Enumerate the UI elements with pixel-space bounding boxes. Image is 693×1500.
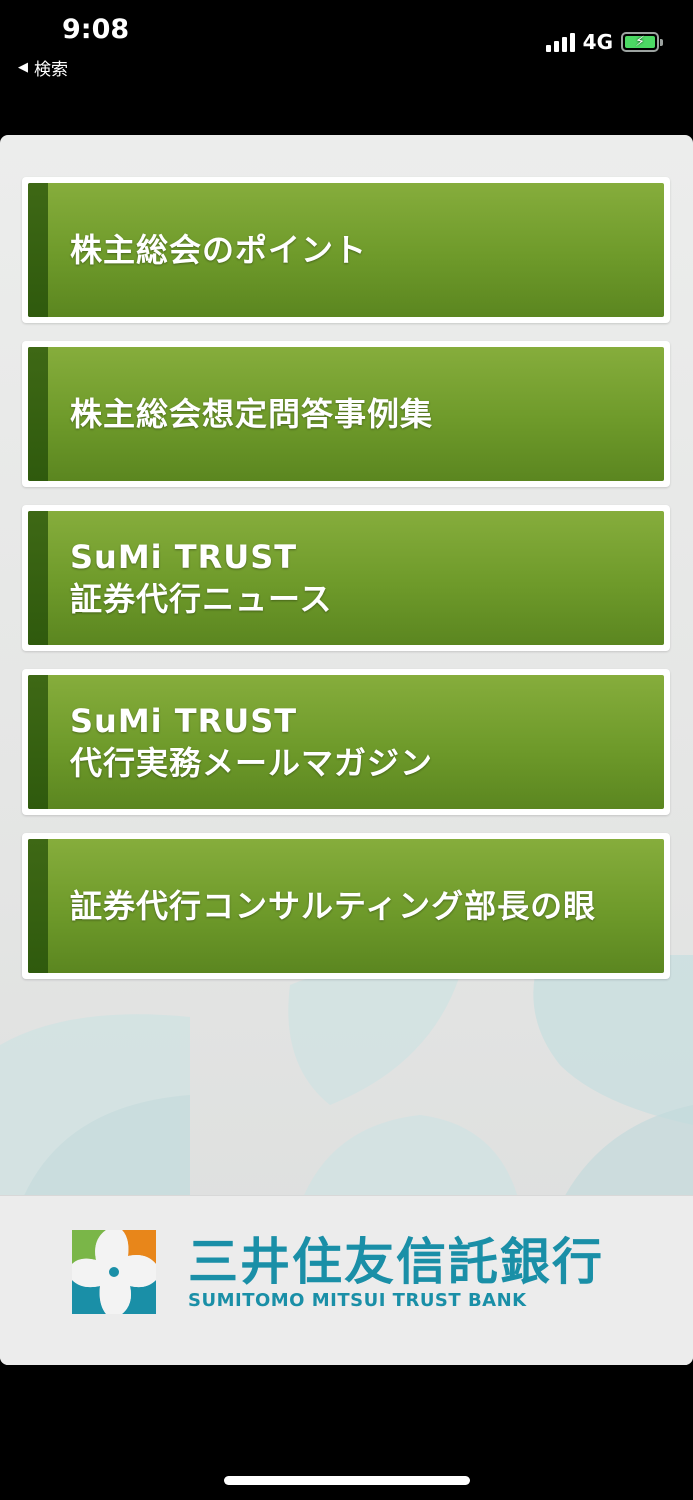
back-label: 検索 <box>34 60 68 80</box>
menu-button-face: SuMi TRUST 証券代行ニュース <box>28 511 664 645</box>
back-arrow-icon: ◀ <box>18 60 28 75</box>
main-panel: 株主総会のポイント 株主総会想定問答事例集 SuMi TRUST 証券代行ニュース Su… <box>0 135 693 1365</box>
bank-logo-icon <box>72 1230 156 1314</box>
home-indicator[interactable] <box>224 1476 470 1485</box>
status-time: 9:08 <box>62 14 130 45</box>
menu-button-face: 証券代行コンサルティング部長の眼 <box>28 839 664 973</box>
menu-button-label: 代行実務メールマガジン <box>70 744 434 782</box>
footer-logo-area: 三井住友信託銀行 SUMITOMO MITSUI TRUST BANK <box>0 1195 693 1365</box>
bank-name-english: SUMITOMO MITSUI TRUST BANK <box>188 1290 527 1311</box>
menu-button-5[interactable]: 証券代行コンサルティング部長の眼 <box>22 833 670 979</box>
bank-name-japanese: 三井住友信託銀行 <box>188 1233 604 1291</box>
menu-button-label: 株主総会想定問答事例集 <box>70 395 434 433</box>
network-type: 4G <box>582 30 613 54</box>
menu-button-label: SuMi TRUST <box>70 538 298 576</box>
back-to-search-link[interactable]: ◀ 検索 <box>18 55 68 80</box>
menu-button-label: SuMi TRUST <box>70 702 298 740</box>
menu-button-label: 証券代行ニュース <box>70 580 333 618</box>
menu-button-label: 株主総会のポイント <box>70 231 368 269</box>
menu-button-3[interactable]: SuMi TRUST 証券代行ニュース <box>22 505 670 651</box>
app-screen: 9:08 ◀ 検索 4G ⚡ 株主総会のポイント株主総会想定問答事例集 SuMi … <box>0 0 693 1500</box>
menu-button-2[interactable]: 株主総会想定問答事例集 <box>22 341 670 487</box>
menu-button-label: 証券代行コンサルティング部長の眼 <box>70 887 597 925</box>
menu-button-face: 株主総会想定問答事例集 <box>28 347 664 481</box>
menu-button-1[interactable]: 株主総会のポイント <box>22 177 670 323</box>
menu-button-4[interactable]: SuMi TRUST 代行実務メールマガジン <box>22 669 670 815</box>
status-indicators: 4G ⚡ <box>545 30 663 54</box>
signal-strength-icon <box>545 32 575 52</box>
menu-button-face: 株主総会のポイント <box>28 183 664 317</box>
menu-list: 株主総会のポイント 株主総会想定問答事例集 SuMi TRUST 証券代行ニュース Su… <box>22 177 670 997</box>
battery-charging-icon: ⚡ <box>621 32 663 52</box>
menu-button-face: SuMi TRUST 代行実務メールマガジン <box>28 675 664 809</box>
